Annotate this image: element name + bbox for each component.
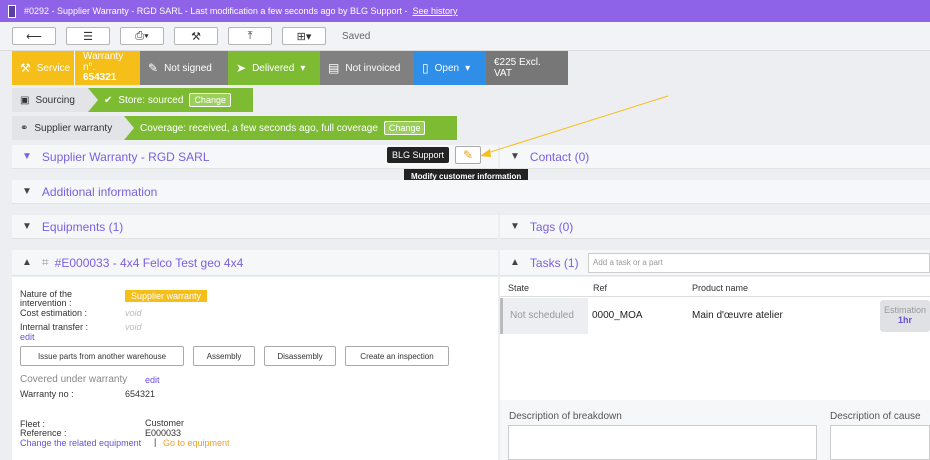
annotation-arrow [480, 95, 669, 157]
flow-arrow [124, 116, 134, 140]
flow-arrow [88, 88, 98, 112]
